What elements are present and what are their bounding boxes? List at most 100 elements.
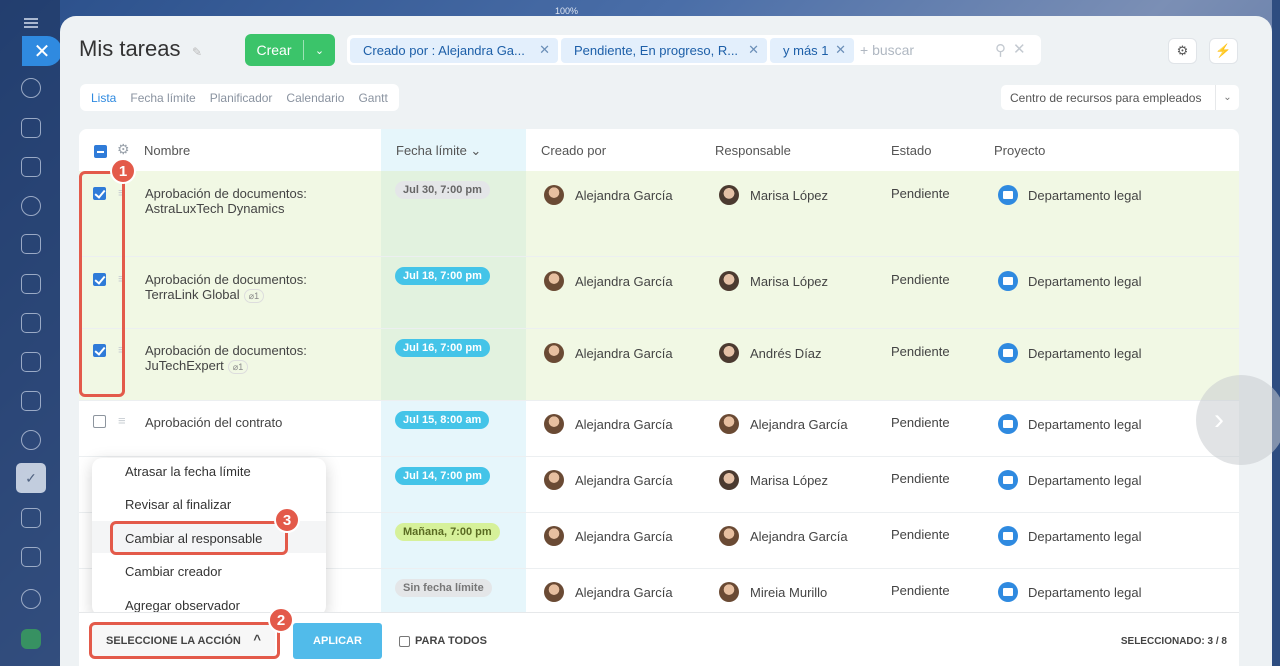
row-checkbox[interactable] xyxy=(93,415,106,428)
gear-icon[interactable]: ⚙ xyxy=(1168,38,1197,64)
deadline-badge[interactable]: Mañana, 7:00 pm xyxy=(395,523,500,541)
robot-icon[interactable] xyxy=(21,547,41,567)
close-icon[interactable]: ✕ xyxy=(835,42,846,58)
feed-icon[interactable] xyxy=(21,78,41,98)
drag-handle-icon[interactable]: ≡ xyxy=(118,413,130,428)
search-input[interactable]: + buscar xyxy=(860,42,914,58)
tasks-icon[interactable] xyxy=(16,463,46,493)
menu-item-change-creator[interactable]: Cambiar creador xyxy=(125,564,222,579)
calendar-icon[interactable] xyxy=(21,234,41,254)
next-page-arrow[interactable]: › xyxy=(1196,375,1280,465)
lightning-icon[interactable]: ⚡ xyxy=(1209,38,1238,64)
table-row[interactable]: ≡ Aprobación del contrato Jul 15, 8:00 a… xyxy=(79,401,1239,457)
deadline-badge[interactable]: Jul 15, 8:00 am xyxy=(395,411,490,429)
attachment-count[interactable]: ⌀1 xyxy=(243,289,265,303)
rocket-icon[interactable] xyxy=(21,629,41,649)
column-settings-icon[interactable]: ⚙ xyxy=(117,141,130,158)
apply-button[interactable]: APLICAR xyxy=(293,623,382,659)
close-icon[interactable]: ✕ xyxy=(539,42,550,58)
project-name[interactable]: Departamento legal xyxy=(1028,585,1141,600)
creator-name[interactable]: Alejandra García xyxy=(575,274,673,289)
attachment-count-value: 1 xyxy=(238,362,244,372)
chevron-down-icon[interactable]: ⌄ xyxy=(1215,85,1239,110)
tab-deadline[interactable]: Fecha límite xyxy=(123,91,202,105)
menu-icon[interactable] xyxy=(24,18,38,28)
responsible-name[interactable]: Marisa López xyxy=(750,274,828,289)
filter-icon[interactable] xyxy=(21,508,41,528)
project-name[interactable]: Departamento legal xyxy=(1028,346,1141,361)
column-project[interactable]: Proyecto xyxy=(994,143,1045,158)
menu-item-add-observer[interactable]: Agregar observador xyxy=(125,598,240,613)
menu-item-review-on-finish[interactable]: Revisar al finalizar xyxy=(125,497,231,512)
project-name[interactable]: Departamento legal xyxy=(1028,473,1141,488)
settings-icon[interactable] xyxy=(21,589,41,609)
search-icon[interactable]: ⚲ xyxy=(995,41,1006,59)
creator-name[interactable]: Alejandra García xyxy=(575,346,673,361)
select-all-checkbox[interactable] xyxy=(94,145,107,158)
tab-planner[interactable]: Planificador xyxy=(203,91,280,105)
responsible-name[interactable]: Andrés Díaz xyxy=(750,346,822,361)
board-icon[interactable] xyxy=(21,313,41,333)
filter-chip-status[interactable]: Pendiente, En progreso, R... ✕ xyxy=(561,38,767,63)
deadline-badge[interactable]: Jul 30, 7:00 pm xyxy=(395,181,490,199)
attachment-count[interactable]: ⌀1 xyxy=(227,360,249,374)
project-name[interactable]: Departamento legal xyxy=(1028,188,1141,203)
for-all-checkbox[interactable]: PARA TODOS xyxy=(399,635,487,647)
table-row[interactable]: ≡ Aprobación de documentos: JuTechExpert… xyxy=(79,329,1239,401)
pin-icon[interactable]: ✎ xyxy=(192,45,202,59)
creator-name[interactable]: Alejandra García xyxy=(575,585,673,600)
annotation-badge-3: 3 xyxy=(274,507,300,533)
responsible-name[interactable]: Alejandra García xyxy=(750,529,848,544)
project-name[interactable]: Departamento legal xyxy=(1028,274,1141,289)
mail-icon[interactable] xyxy=(21,391,41,411)
creator-name[interactable]: Alejandra García xyxy=(575,529,673,544)
create-button[interactable]: Crear ⌄ xyxy=(245,34,335,66)
responsible-name[interactable]: Marisa López xyxy=(750,473,828,488)
chevron-down-icon[interactable]: ⌄ xyxy=(304,44,335,57)
column-responsible[interactable]: Responsable xyxy=(715,143,791,158)
deadline-badge[interactable]: Sin fecha límite xyxy=(395,579,492,597)
clear-icon[interactable]: ✕ xyxy=(1013,40,1026,58)
task-name[interactable]: Aprobación de documentos: AstraLuxTech D… xyxy=(145,186,315,216)
column-name[interactable]: Nombre xyxy=(144,143,190,158)
close-icon[interactable]: ✕ xyxy=(748,42,759,58)
contacts-icon[interactable] xyxy=(21,430,41,450)
project-name[interactable]: Departamento legal xyxy=(1028,529,1141,544)
filter-bar[interactable]: Creado por : Alejandra Ga... ✕ Pendiente… xyxy=(347,35,1041,65)
table-row[interactable]: ≡ Aprobación de documentos: AstraLuxTech… xyxy=(79,171,1239,257)
tab-calendar[interactable]: Calendario xyxy=(279,91,351,105)
task-name[interactable]: Aprobación de documentos: TerraLink Glob… xyxy=(145,272,315,303)
task-name[interactable]: Aprobación del contrato xyxy=(145,415,315,430)
status-text: Pendiente xyxy=(891,272,950,287)
card-icon[interactable] xyxy=(21,352,41,372)
menu-item-postpone-deadline[interactable]: Atrasar la fecha límite xyxy=(125,464,251,479)
avatar xyxy=(544,414,564,434)
responsible-name[interactable]: Mireia Murillo xyxy=(750,585,827,600)
column-created-by[interactable]: Creado por xyxy=(541,143,606,158)
task-name[interactable]: Aprobación de documentos: JuTechExpert ⌀1 xyxy=(145,343,315,374)
filter-chip-more[interactable]: y más 1 ✕ xyxy=(770,38,854,63)
creator-name[interactable]: Alejandra García xyxy=(575,188,673,203)
deadline-badge[interactable]: Jul 14, 7:00 pm xyxy=(395,467,490,485)
creator-name[interactable]: Alejandra García xyxy=(575,473,673,488)
table-row[interactable]: ≡ Aprobación de documentos: TerraLink Gl… xyxy=(79,257,1239,329)
column-deadline[interactable]: Fecha límite ⌄ xyxy=(396,143,481,159)
chat-icon[interactable] xyxy=(21,118,41,138)
creator-name[interactable]: Alejandra García xyxy=(575,417,673,432)
responsible-name[interactable]: Marisa López xyxy=(750,188,828,203)
deadline-badge[interactable]: Jul 18, 7:00 pm xyxy=(395,267,490,285)
target-icon[interactable] xyxy=(21,196,41,216)
close-slider-button[interactable]: ✕ xyxy=(22,36,62,66)
file-icon[interactable] xyxy=(21,274,41,294)
filter-chip-label: y más 1 xyxy=(783,43,829,58)
tab-list[interactable]: Lista xyxy=(84,91,123,105)
responsible-name[interactable]: Alejandra García xyxy=(750,417,848,432)
filter-chip-creator[interactable]: Creado por : Alejandra Ga... ✕ xyxy=(350,38,558,63)
resource-select[interactable]: Centro de recursos para empleados ⌄ xyxy=(1001,85,1239,110)
tab-gantt[interactable]: Gantt xyxy=(351,91,394,105)
deadline-badge[interactable]: Jul 16, 7:00 pm xyxy=(395,339,490,357)
project-icon xyxy=(998,414,1018,434)
project-name[interactable]: Departamento legal xyxy=(1028,417,1141,432)
column-status[interactable]: Estado xyxy=(891,143,931,158)
document-icon[interactable] xyxy=(21,157,41,177)
